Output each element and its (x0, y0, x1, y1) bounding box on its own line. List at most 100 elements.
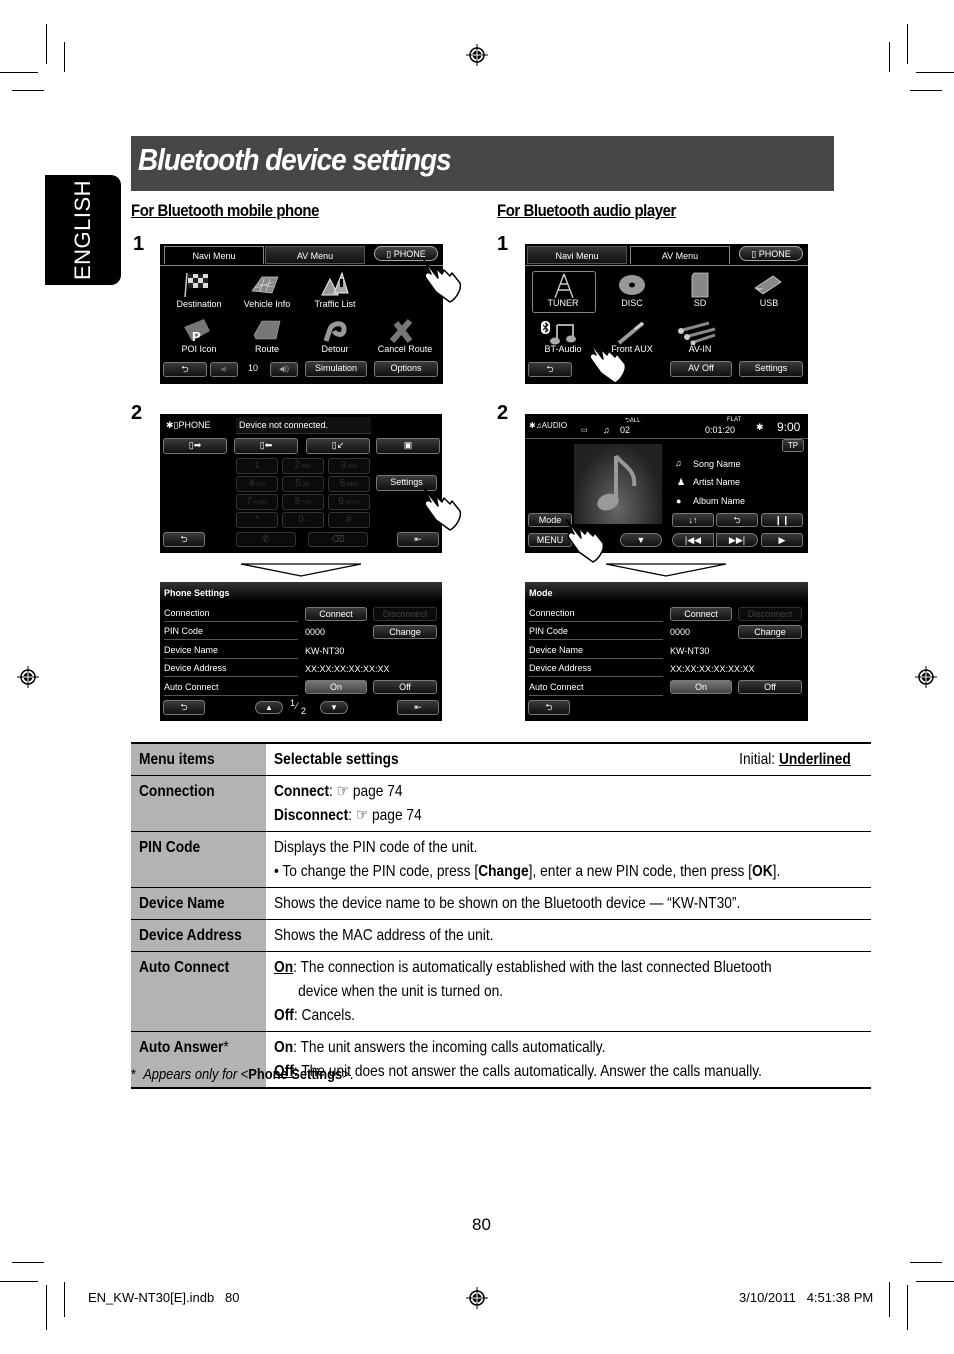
av-in-label[interactable]: AV-IN (665, 344, 735, 354)
av-off-button[interactable]: AV Off (670, 361, 732, 377)
row-label: Device Address (529, 660, 663, 677)
device-address-value: XX:XX:XX:XX:XX:XX (670, 664, 755, 674)
detour-label[interactable]: Detour (300, 344, 370, 354)
call-button[interactable]: ✆ (236, 532, 296, 547)
menu-item: Device Address (139, 927, 242, 944)
phonebook-icon: ▣ (403, 440, 413, 450)
cancel-route-label[interactable]: Cancel Route (370, 344, 440, 354)
missed-calls-button[interactable]: ▯↙ (306, 438, 370, 454)
page-down-button[interactable]: ▼ (320, 701, 348, 714)
pause-button[interactable]: ❙❙ (761, 513, 803, 527)
keypad-key[interactable]: # (328, 512, 370, 528)
keypad-key[interactable]: 6 MNO (328, 476, 370, 492)
tab-navi-menu[interactable]: Navi Menu (527, 246, 627, 264)
bluetooth-icon: ✱▯ (166, 420, 179, 430)
traffic-list-label[interactable]: Traffic List (300, 299, 370, 309)
route-label[interactable]: Route (232, 344, 302, 354)
crop-mark (64, 1282, 65, 1317)
tuner-label[interactable]: TUNER (528, 298, 598, 308)
clock: 9:00 (777, 420, 801, 434)
auto-connect-on-button[interactable]: On (670, 680, 732, 694)
volume-up-button[interactable]: ◀)) (270, 362, 298, 377)
change-button[interactable]: Change (373, 625, 437, 639)
back-arrow-icon: ⮌ (180, 534, 188, 544)
keypad-key[interactable]: 1 (236, 458, 278, 474)
disc-label[interactable]: DISC (597, 298, 667, 308)
keypad-key[interactable]: 7 PQRS (236, 494, 278, 510)
play-button[interactable]: ▶ (761, 533, 803, 547)
auto-connect-on-button[interactable]: On (305, 680, 367, 694)
header-selectable-settings: Selectable settings Initial: Underlined (266, 743, 871, 776)
exit-button[interactable]: ⇤ (397, 700, 439, 715)
artist-name: Artist Name (693, 477, 741, 487)
album-name: Album Name (693, 496, 746, 506)
tab-navi-menu[interactable]: Navi Menu (164, 246, 264, 264)
connect-button[interactable]: Connect (305, 607, 367, 621)
volume-down-button[interactable]: ◀· (210, 362, 238, 377)
disconnect-button[interactable]: Disconnect (738, 607, 802, 621)
keypad-letters: + (303, 518, 308, 524)
down-button[interactable]: ▼ (620, 533, 662, 547)
destination-label[interactable]: Destination (164, 299, 234, 309)
keypad-key[interactable]: 9 WXYZ (328, 494, 370, 510)
vehicle-info-label[interactable]: Vehicle Info (232, 299, 302, 309)
keypad-key[interactable]: 3 DEF (328, 458, 370, 474)
received-calls-button[interactable]: ▯⬅ (234, 438, 298, 454)
keypad-key[interactable]: 2 ABC (282, 458, 324, 474)
crop-mark (46, 1285, 47, 1330)
poi-icon: P (184, 319, 210, 343)
back-button[interactable]: ⮌ (528, 700, 570, 715)
back-button[interactable]: ⮌ (163, 532, 205, 547)
album-icon: ● (676, 496, 682, 506)
tab-av-menu[interactable]: AV Menu (630, 246, 730, 264)
keypad-key[interactable]: 5 JKL (282, 476, 324, 492)
exit-button[interactable]: ⇤ (397, 532, 439, 547)
tp-button[interactable]: TP (782, 439, 804, 452)
disconnect-button[interactable]: Disconnect (373, 607, 437, 621)
auto-connect-off-button[interactable]: Off (738, 680, 802, 694)
keypad-key[interactable]: * (236, 512, 278, 528)
connect-button[interactable]: Connect (670, 607, 732, 621)
settings-button[interactable]: Settings (739, 361, 803, 377)
repeat-button[interactable]: ⮌ (716, 513, 758, 527)
crop-mark (889, 1282, 890, 1317)
tab-av-menu[interactable]: AV Menu (265, 246, 365, 264)
step-number: 1 (497, 233, 509, 255)
dial-button[interactable]: ▯➡ (163, 438, 227, 454)
menu-item: Connection (139, 783, 215, 800)
svg-text:P: P (192, 329, 201, 343)
change-button[interactable]: Change (738, 625, 802, 639)
back-arrow-icon: ⮌ (545, 702, 553, 712)
usb-drive-icon (754, 275, 782, 295)
language-tab: ENGLISH (45, 175, 121, 285)
table-row: Connection Connect: ☞ page 74 Disconnect… (131, 775, 872, 832)
shuffle-button[interactable]: ↓↑ (672, 513, 714, 527)
volume-value: 10 (248, 363, 259, 373)
keypad-key[interactable]: 8 TUV (282, 494, 324, 510)
phone-button[interactable]: ▯ PHONE (739, 246, 803, 261)
previous-button[interactable]: |◀◀ (672, 533, 714, 547)
poi-icon-label[interactable]: POI Icon (164, 344, 234, 354)
sd-label[interactable]: SD (665, 298, 735, 308)
simulation-button[interactable]: Simulation (305, 361, 367, 377)
phone-outgoing-icon: ▯➡ (188, 440, 202, 450)
back-button[interactable]: ⮌ (163, 700, 205, 715)
next-button[interactable]: ▶▶| (716, 533, 758, 547)
device-name-value: KW-NT30 (670, 646, 710, 656)
delete-button[interactable]: ⌫ (308, 532, 368, 547)
keypad-key[interactable]: 4 GHI (236, 476, 278, 492)
table-row: PIN Code Displays the PIN code of the un… (131, 831, 872, 888)
keypad-digit: # (346, 514, 352, 525)
auto-connect-off-button[interactable]: Off (373, 680, 437, 694)
page-up-button[interactable]: ▲ (255, 701, 283, 714)
footer-filename: EN_KW-NT30[E].indb 80 (88, 1290, 240, 1305)
phone-settings-screen: Phone Settings Connection PIN Code Devic… (160, 582, 442, 721)
step-number: 2 (497, 402, 509, 424)
back-button[interactable]: ⮌ (528, 362, 572, 377)
pause-icon: ❙❙ (774, 515, 790, 525)
options-button[interactable]: Options (374, 361, 438, 377)
phonebook-button[interactable]: ▣ (376, 438, 440, 454)
usb-label[interactable]: USB (734, 298, 804, 308)
keypad-key[interactable]: 0 + (282, 512, 324, 528)
back-button[interactable]: ⮌ (163, 362, 207, 377)
